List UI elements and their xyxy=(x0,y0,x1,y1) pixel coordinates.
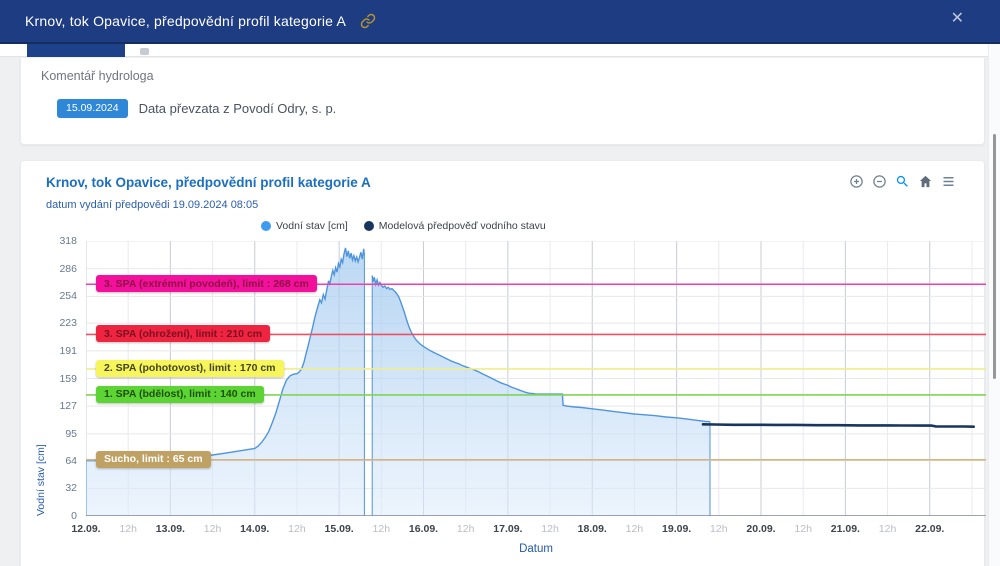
comment-section-label: Komentář hydrologa xyxy=(41,69,154,83)
chart-card: Krnov, tok Opavice, předpovědní profil k… xyxy=(20,160,985,566)
scrollbar-track[interactable] xyxy=(988,44,1000,566)
y-tick-label: 286 xyxy=(21,263,77,275)
home-reset-icon[interactable] xyxy=(918,174,933,189)
y-tick-label: 95 xyxy=(21,428,77,440)
y-tick-label: 159 xyxy=(21,373,77,385)
y-tick-label: 318 xyxy=(21,235,77,247)
x-tick-day-label: 14.09. xyxy=(225,523,285,535)
active-tab-fragment[interactable] xyxy=(27,44,125,57)
chart-subtitle: datum vydání předpovědi 19.09.2024 08:05 xyxy=(46,199,258,211)
y-tick-label: 223 xyxy=(21,317,77,329)
chart-title: Krnov, tok Opavice, předpovědní profil k… xyxy=(46,175,371,190)
modal-title: Krnov, tok Opavice, předpovědní profil k… xyxy=(25,13,346,29)
screen: Krnov, tok Opavice, předpovědní profil k… xyxy=(0,0,1000,566)
threshold-label: 2. SPA (pohotovost), limit : 170 cm xyxy=(96,360,284,377)
y-tick-label: 191 xyxy=(21,345,77,357)
chart-legend: Vodní stav [cm] Modelová předpověď vodníh… xyxy=(261,220,546,232)
y-tick-label: 127 xyxy=(21,400,77,412)
y-tick-label: 32 xyxy=(21,482,77,494)
scrollbar-thumb[interactable] xyxy=(993,134,996,379)
x-tick-day-label: 17.09. xyxy=(478,523,538,535)
x-tick-day-label: 13.09. xyxy=(140,523,200,535)
legend-label: Modelová předpověď vodního stavu xyxy=(379,220,546,232)
x-tick-day-label: 22.09. xyxy=(900,523,960,535)
y-tick-label: 0 xyxy=(21,510,77,522)
x-tick-day-label: 19.09. xyxy=(647,523,707,535)
threshold-label: Sucho, limit : 65 cm xyxy=(96,451,211,468)
threshold-label: 3. SPA (ohrožení), limit : 210 cm xyxy=(96,325,270,342)
tab-strip xyxy=(0,44,988,57)
x-tick-day-label: 20.09. xyxy=(731,523,791,535)
threshold-label: 1. SPA (bdělost), limit : 140 cm xyxy=(96,386,264,403)
x-tick-day-label: 16.09. xyxy=(394,523,454,535)
x-tick-day-label: 21.09. xyxy=(815,523,875,535)
x-tick-day-label: 12.09. xyxy=(56,523,116,535)
close-icon[interactable]: ✕ xyxy=(951,11,964,27)
modal-body: Komentář hydrologa 15.09.2024 Data převz… xyxy=(0,44,988,566)
comment-entry: 15.09.2024 Data převzata z Povodí Odry, … xyxy=(57,99,336,118)
selection-zoom-icon[interactable] xyxy=(895,174,910,189)
legend-marker xyxy=(261,221,271,231)
y-tick-label: 254 xyxy=(21,290,77,302)
x-tick-day-label: 18.09. xyxy=(562,523,622,535)
legend-marker xyxy=(364,221,374,231)
comment-date-badge: 15.09.2024 xyxy=(57,99,128,118)
tab-icon-fragment[interactable] xyxy=(140,48,149,55)
legend-item[interactable]: Modelová předpověď vodního stavu xyxy=(364,220,546,232)
link-icon[interactable] xyxy=(360,13,376,29)
menu-icon[interactable] xyxy=(941,174,956,189)
y-tick-label: 64 xyxy=(21,455,77,467)
x-tick-day-label: 15.09. xyxy=(309,523,369,535)
legend-label: Vodní stav [cm] xyxy=(276,220,348,232)
legend-item[interactable]: Vodní stav [cm] xyxy=(261,220,348,232)
threshold-label: 3. SPA (extrémní povodeň), limit : 268 c… xyxy=(96,275,317,292)
x-axis-title: Datum xyxy=(86,543,986,555)
modal-header: Krnov, tok Opavice, předpovědní profil k… xyxy=(0,0,1000,44)
comment-card: Komentář hydrologa 15.09.2024 Data převz… xyxy=(20,58,985,145)
chart-toolbar xyxy=(849,174,956,189)
zoom-out-icon[interactable] xyxy=(872,174,887,189)
zoom-in-icon[interactable] xyxy=(849,174,864,189)
comment-text: Data převzata z Povodí Odry, s. p. xyxy=(139,101,337,116)
